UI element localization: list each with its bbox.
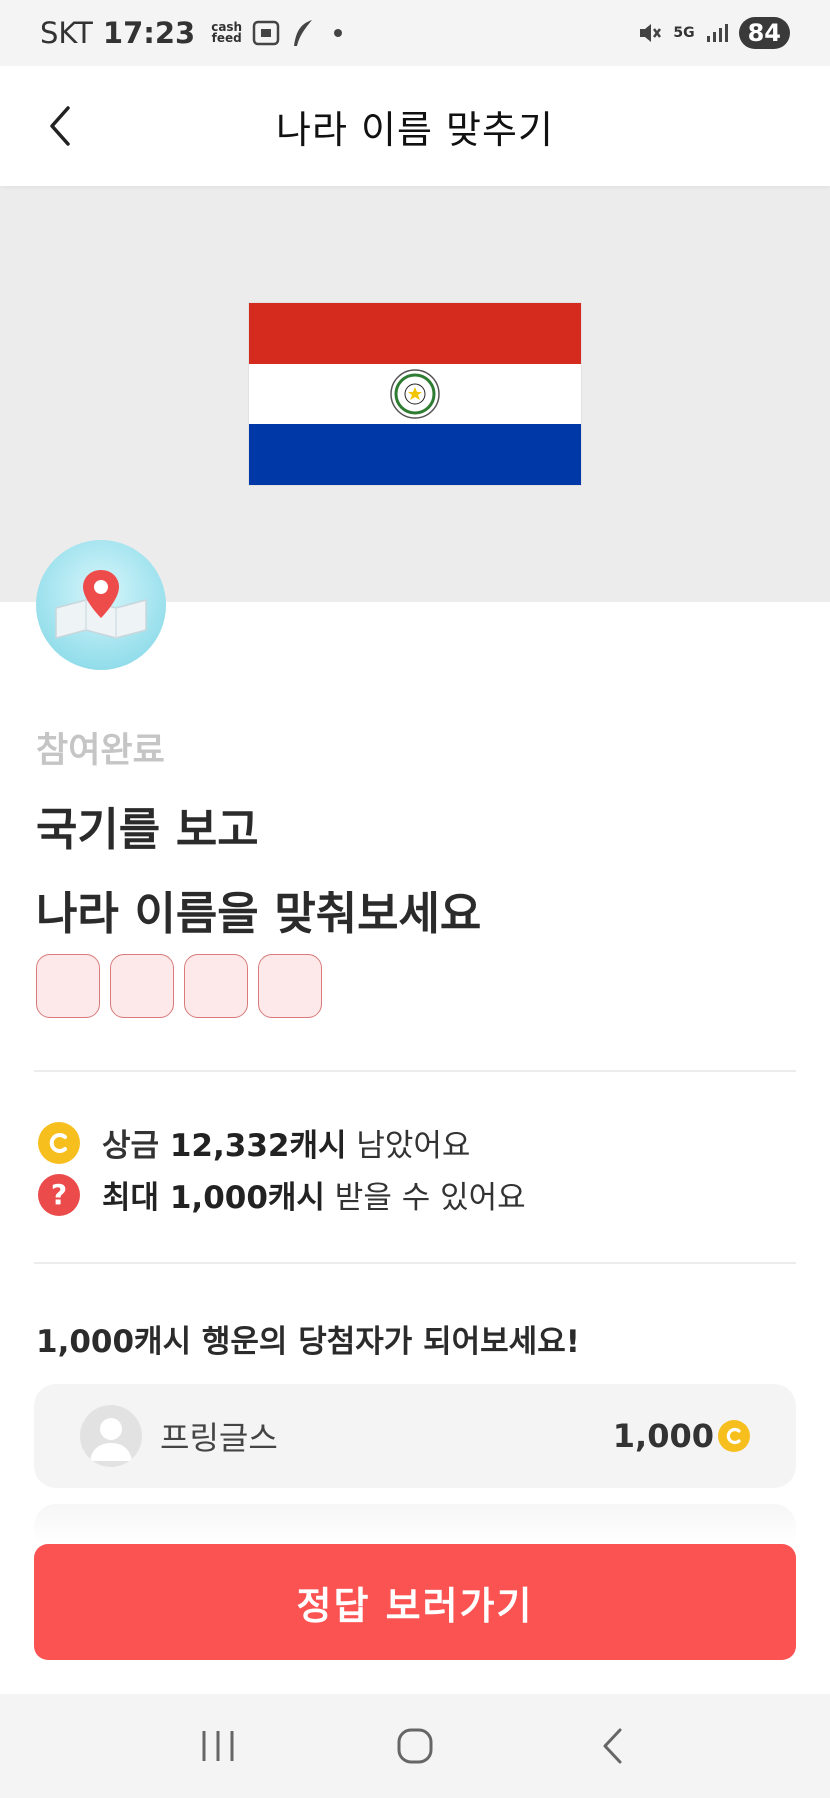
- prize-remaining-row: 상금 12,332캐시 남았어요: [38, 1120, 470, 1165]
- status-left: SKT 17:23 cash feed: [40, 16, 343, 50]
- mute-icon: [637, 20, 663, 46]
- answer-boxes: [36, 954, 322, 1018]
- winner-name: 프링글스: [160, 1419, 278, 1457]
- chevron-left-icon: [603, 1728, 622, 1764]
- clock: 17:23: [102, 16, 196, 50]
- user-icon: [90, 1418, 132, 1461]
- coin-icon: [38, 1121, 80, 1164]
- quiz-map-avatar: [36, 540, 166, 670]
- status-right: 5G 84: [637, 17, 790, 49]
- coin-icon: [718, 1420, 750, 1452]
- battery-indicator: 84: [738, 17, 790, 49]
- max-suffix: 받을 수 있어요: [324, 1180, 526, 1216]
- help-icon: ?: [38, 1173, 80, 1216]
- divider: [34, 1070, 796, 1072]
- answer-box: [258, 954, 322, 1018]
- next-winner-card: [34, 1504, 796, 1544]
- prize-amount: 12,332캐시: [169, 1128, 347, 1164]
- map-pin-icon: [55, 570, 147, 639]
- notification-dot-icon: [334, 29, 343, 37]
- recent-apps-icon: [202, 1731, 234, 1761]
- max-reward-row: ? 최대 1,000캐시 받을 수 있어요: [38, 1172, 526, 1217]
- quiz-question: 국기를 보고 나라 이름을 맞춰보세요: [36, 788, 481, 956]
- app-header: 나라 이름 맞추기: [0, 66, 830, 186]
- flag-image: [249, 303, 581, 485]
- recent-apps-button[interactable]: [178, 1706, 258, 1786]
- max-prefix: 최대: [102, 1180, 170, 1216]
- feather-icon: [290, 18, 316, 48]
- home-icon: [397, 1728, 433, 1764]
- participation-status: 참여완료: [36, 731, 165, 771]
- divider: [34, 1262, 796, 1264]
- system-nav-bar: [0, 1694, 830, 1798]
- question-line-2: 나라 이름을 맞춰보세요: [36, 887, 482, 940]
- cashfeed-icon: cash feed: [211, 20, 243, 45]
- winner-amount: 1,000: [613, 1417, 750, 1455]
- winner-card: 프링글스 1,000: [34, 1384, 796, 1488]
- flag-hero: [0, 186, 830, 602]
- carrier-label: SKT: [40, 16, 93, 50]
- prize-suffix: 남았어요: [346, 1128, 471, 1164]
- home-button[interactable]: [375, 1706, 455, 1786]
- network-5g-icon: 5G: [673, 25, 695, 41]
- screenshot-icon: [252, 20, 280, 46]
- question-line-1: 국기를 보고: [36, 803, 259, 856]
- chevron-left-icon: [50, 106, 70, 146]
- answer-box: [36, 954, 100, 1018]
- status-bar: SKT 17:23 cash feed 5G 84: [0, 0, 830, 66]
- back-button[interactable]: [30, 96, 90, 156]
- winner-amount-value: 1,000: [612, 1417, 714, 1455]
- max-amount: 1,000캐시: [169, 1180, 325, 1216]
- see-answer-button[interactable]: 정답 보러가기: [34, 1544, 796, 1660]
- answer-box: [110, 954, 174, 1018]
- signal-icon: [705, 22, 729, 44]
- answer-box: [184, 954, 248, 1018]
- avatar: [80, 1405, 142, 1467]
- lucky-winner-title: 1,000캐시 행운의 당첨자가 되어보세요!: [36, 1324, 580, 1360]
- page-title: 나라 이름 맞추기: [276, 107, 554, 152]
- prize-prefix: 상금: [102, 1128, 170, 1164]
- system-back-button[interactable]: [572, 1706, 652, 1786]
